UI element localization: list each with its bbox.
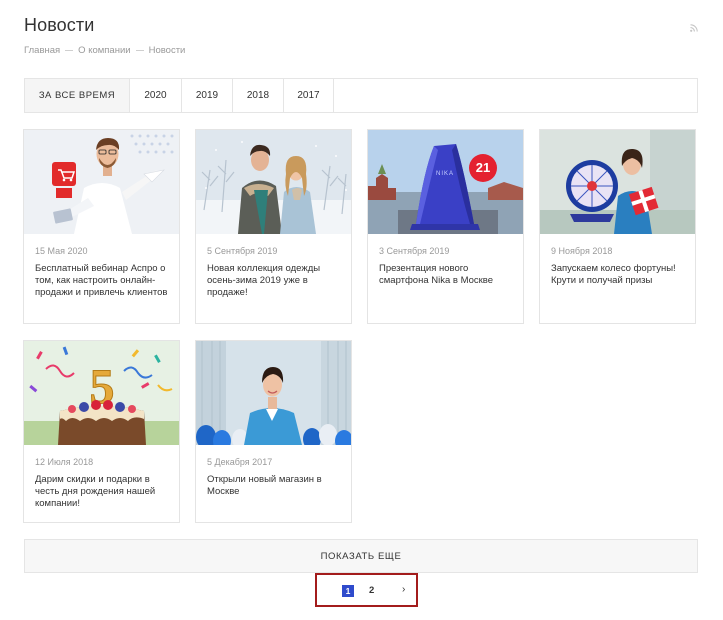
page-1-current[interactable]: 1 xyxy=(342,585,354,597)
news-card[interactable]: 5 12 Июля 2018 Дарим скидки и подарки в … xyxy=(23,340,180,523)
news-date: 5 Декабря 2017 xyxy=(207,457,273,467)
nika-logo: NIKA xyxy=(436,171,454,177)
page-title: Новости xyxy=(24,15,95,35)
news-date: 5 Сентября 2019 xyxy=(207,246,278,256)
show-more-button[interactable]: ПОКАЗАТЬ ЕЩЕ xyxy=(24,539,698,573)
breadcrumb-home[interactable]: Главная xyxy=(24,45,60,56)
news-date: 12 Июля 2018 xyxy=(35,457,94,467)
news-title[interactable]: Новая коллекция одежды осень-зима 2019 у… xyxy=(207,263,345,299)
news-image-birthday[interactable]: 5 xyxy=(24,341,179,445)
news-image-smartphone[interactable]: NIKA 21 xyxy=(368,130,523,234)
news-image-webinar[interactable] xyxy=(24,130,179,234)
news-card[interactable]: 5 Декабря 2017 Открыли новый магазин в М… xyxy=(195,340,352,523)
news-image-new-store[interactable] xyxy=(196,341,351,445)
news-date: 3 Сентября 2019 xyxy=(379,246,450,256)
filter-tab-2018[interactable]: 2018 xyxy=(233,79,284,112)
breadcrumb-about[interactable]: О компании xyxy=(78,45,130,56)
news-card[interactable]: NIKA 21 3 Сентября 2019 Презентация ново… xyxy=(367,129,524,324)
rss-icon[interactable] xyxy=(690,24,698,32)
news-card[interactable]: 15 Мая 2020 Бесплатный вебинар Аспро о т… xyxy=(23,129,180,324)
badge-21: 21 xyxy=(476,160,490,175)
filter-tab-all-time[interactable]: ЗА ВСЕ ВРЕМЯ xyxy=(25,79,130,112)
filter-tab-2017[interactable]: 2017 xyxy=(284,79,334,112)
pagination: 1 2 › xyxy=(315,573,418,607)
news-image-fortune-wheel[interactable] xyxy=(540,130,695,234)
news-title[interactable]: Бесплатный вебинар Аспро о том, как наст… xyxy=(35,263,173,299)
year-filter-bar: ЗА ВСЕ ВРЕМЯ 2020 2019 2018 2017 xyxy=(24,78,698,113)
breadcrumb-separator xyxy=(65,50,74,51)
chevron-right-icon[interactable]: › xyxy=(402,584,405,595)
page-2-link[interactable]: 2 xyxy=(369,585,374,596)
filter-tab-2020[interactable]: 2020 xyxy=(130,79,182,112)
news-image-collection[interactable] xyxy=(196,130,351,234)
news-title[interactable]: Дарим скидки и подарки в честь дня рожде… xyxy=(35,474,173,510)
news-title[interactable]: Открыли новый магазин в Москве xyxy=(207,474,345,498)
news-title[interactable]: Запускаем колесо фортуны! Крути и получа… xyxy=(551,263,689,287)
news-date: 9 Ноября 2018 xyxy=(551,246,613,256)
news-card[interactable]: 5 Сентября 2019 Новая коллекция одежды о… xyxy=(195,129,352,324)
breadcrumb-current: Новости xyxy=(148,45,186,56)
news-card[interactable]: 9 Ноября 2018 Запускаем колесо фортуны! … xyxy=(539,129,696,324)
news-title[interactable]: Презентация нового смартфона Nika в Моск… xyxy=(379,263,517,287)
filter-tab-2019[interactable]: 2019 xyxy=(182,79,233,112)
news-date: 15 Мая 2020 xyxy=(35,246,88,256)
breadcrumb-separator xyxy=(135,50,144,51)
breadcrumb: Главная О компании Новости xyxy=(24,45,185,56)
